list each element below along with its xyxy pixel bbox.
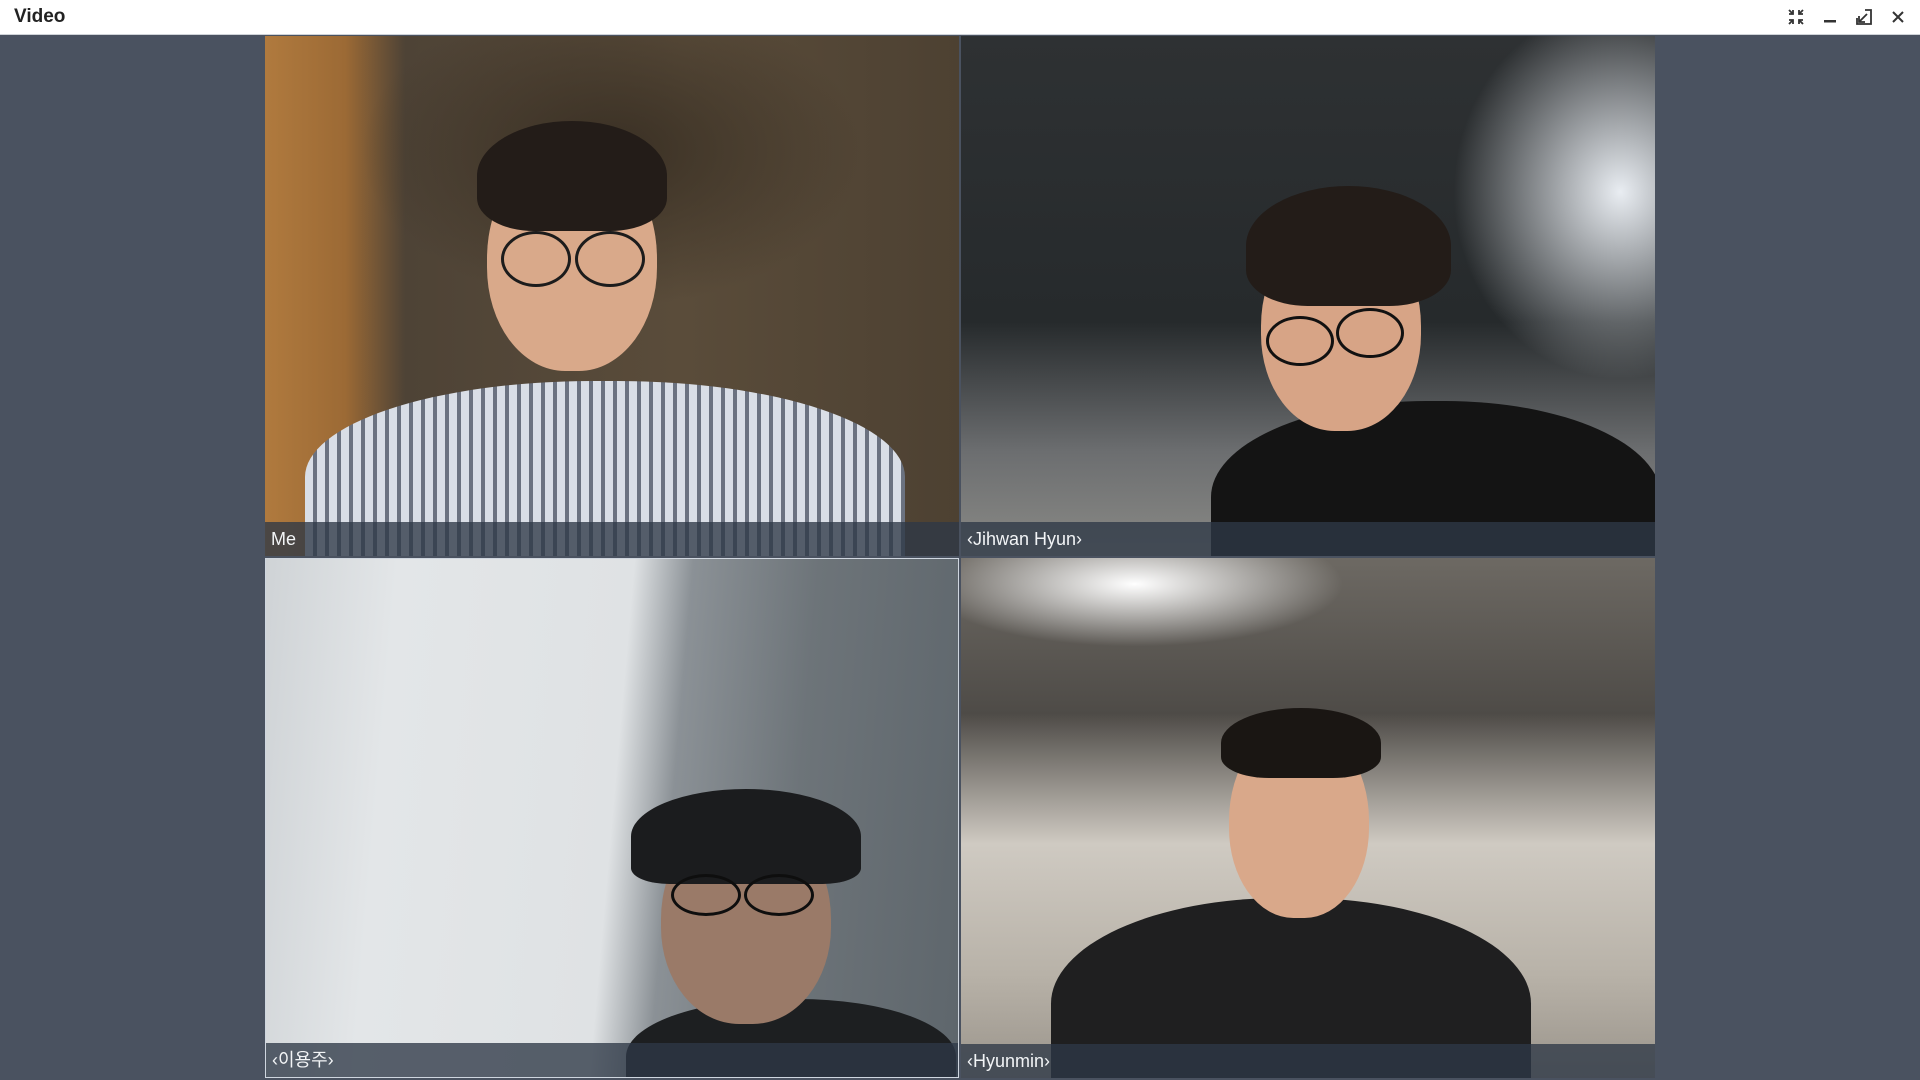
participant-label: ‹이용주› <box>266 1043 958 1077</box>
video-window: Video Me ‹Jihwan Hyun› ‹이용주› ‹Hyunmin› <box>0 0 1920 1080</box>
video-feed <box>961 36 1655 556</box>
participant-silhouette <box>265 36 959 556</box>
video-tile-me[interactable]: Me <box>265 36 959 556</box>
video-feed <box>266 559 958 1077</box>
participant-label: ‹Hyunmin› <box>961 1044 1655 1078</box>
video-tile-lee-yongju[interactable]: ‹이용주› <box>265 558 959 1078</box>
participant-label: ‹Jihwan Hyun› <box>961 522 1655 556</box>
video-grid: Me ‹Jihwan Hyun› ‹이용주› ‹Hyunmin› <box>265 36 1655 1080</box>
video-tile-hyunmin[interactable]: ‹Hyunmin› <box>961 558 1655 1078</box>
minimize-icon[interactable] <box>1818 6 1842 28</box>
close-icon[interactable] <box>1886 6 1910 28</box>
participant-silhouette <box>961 36 1655 556</box>
window-title: Video <box>14 6 66 27</box>
participant-label: Me <box>265 522 959 556</box>
popout-icon[interactable] <box>1852 6 1876 28</box>
participant-silhouette <box>961 558 1655 1078</box>
video-feed <box>265 36 959 556</box>
window-controls <box>1784 6 1910 28</box>
video-tile-jihwan-hyun[interactable]: ‹Jihwan Hyun› <box>961 36 1655 556</box>
video-feed <box>961 558 1655 1078</box>
title-bar: Video <box>0 0 1920 35</box>
exit-fullscreen-icon[interactable] <box>1784 6 1808 28</box>
participant-silhouette <box>266 559 958 1077</box>
